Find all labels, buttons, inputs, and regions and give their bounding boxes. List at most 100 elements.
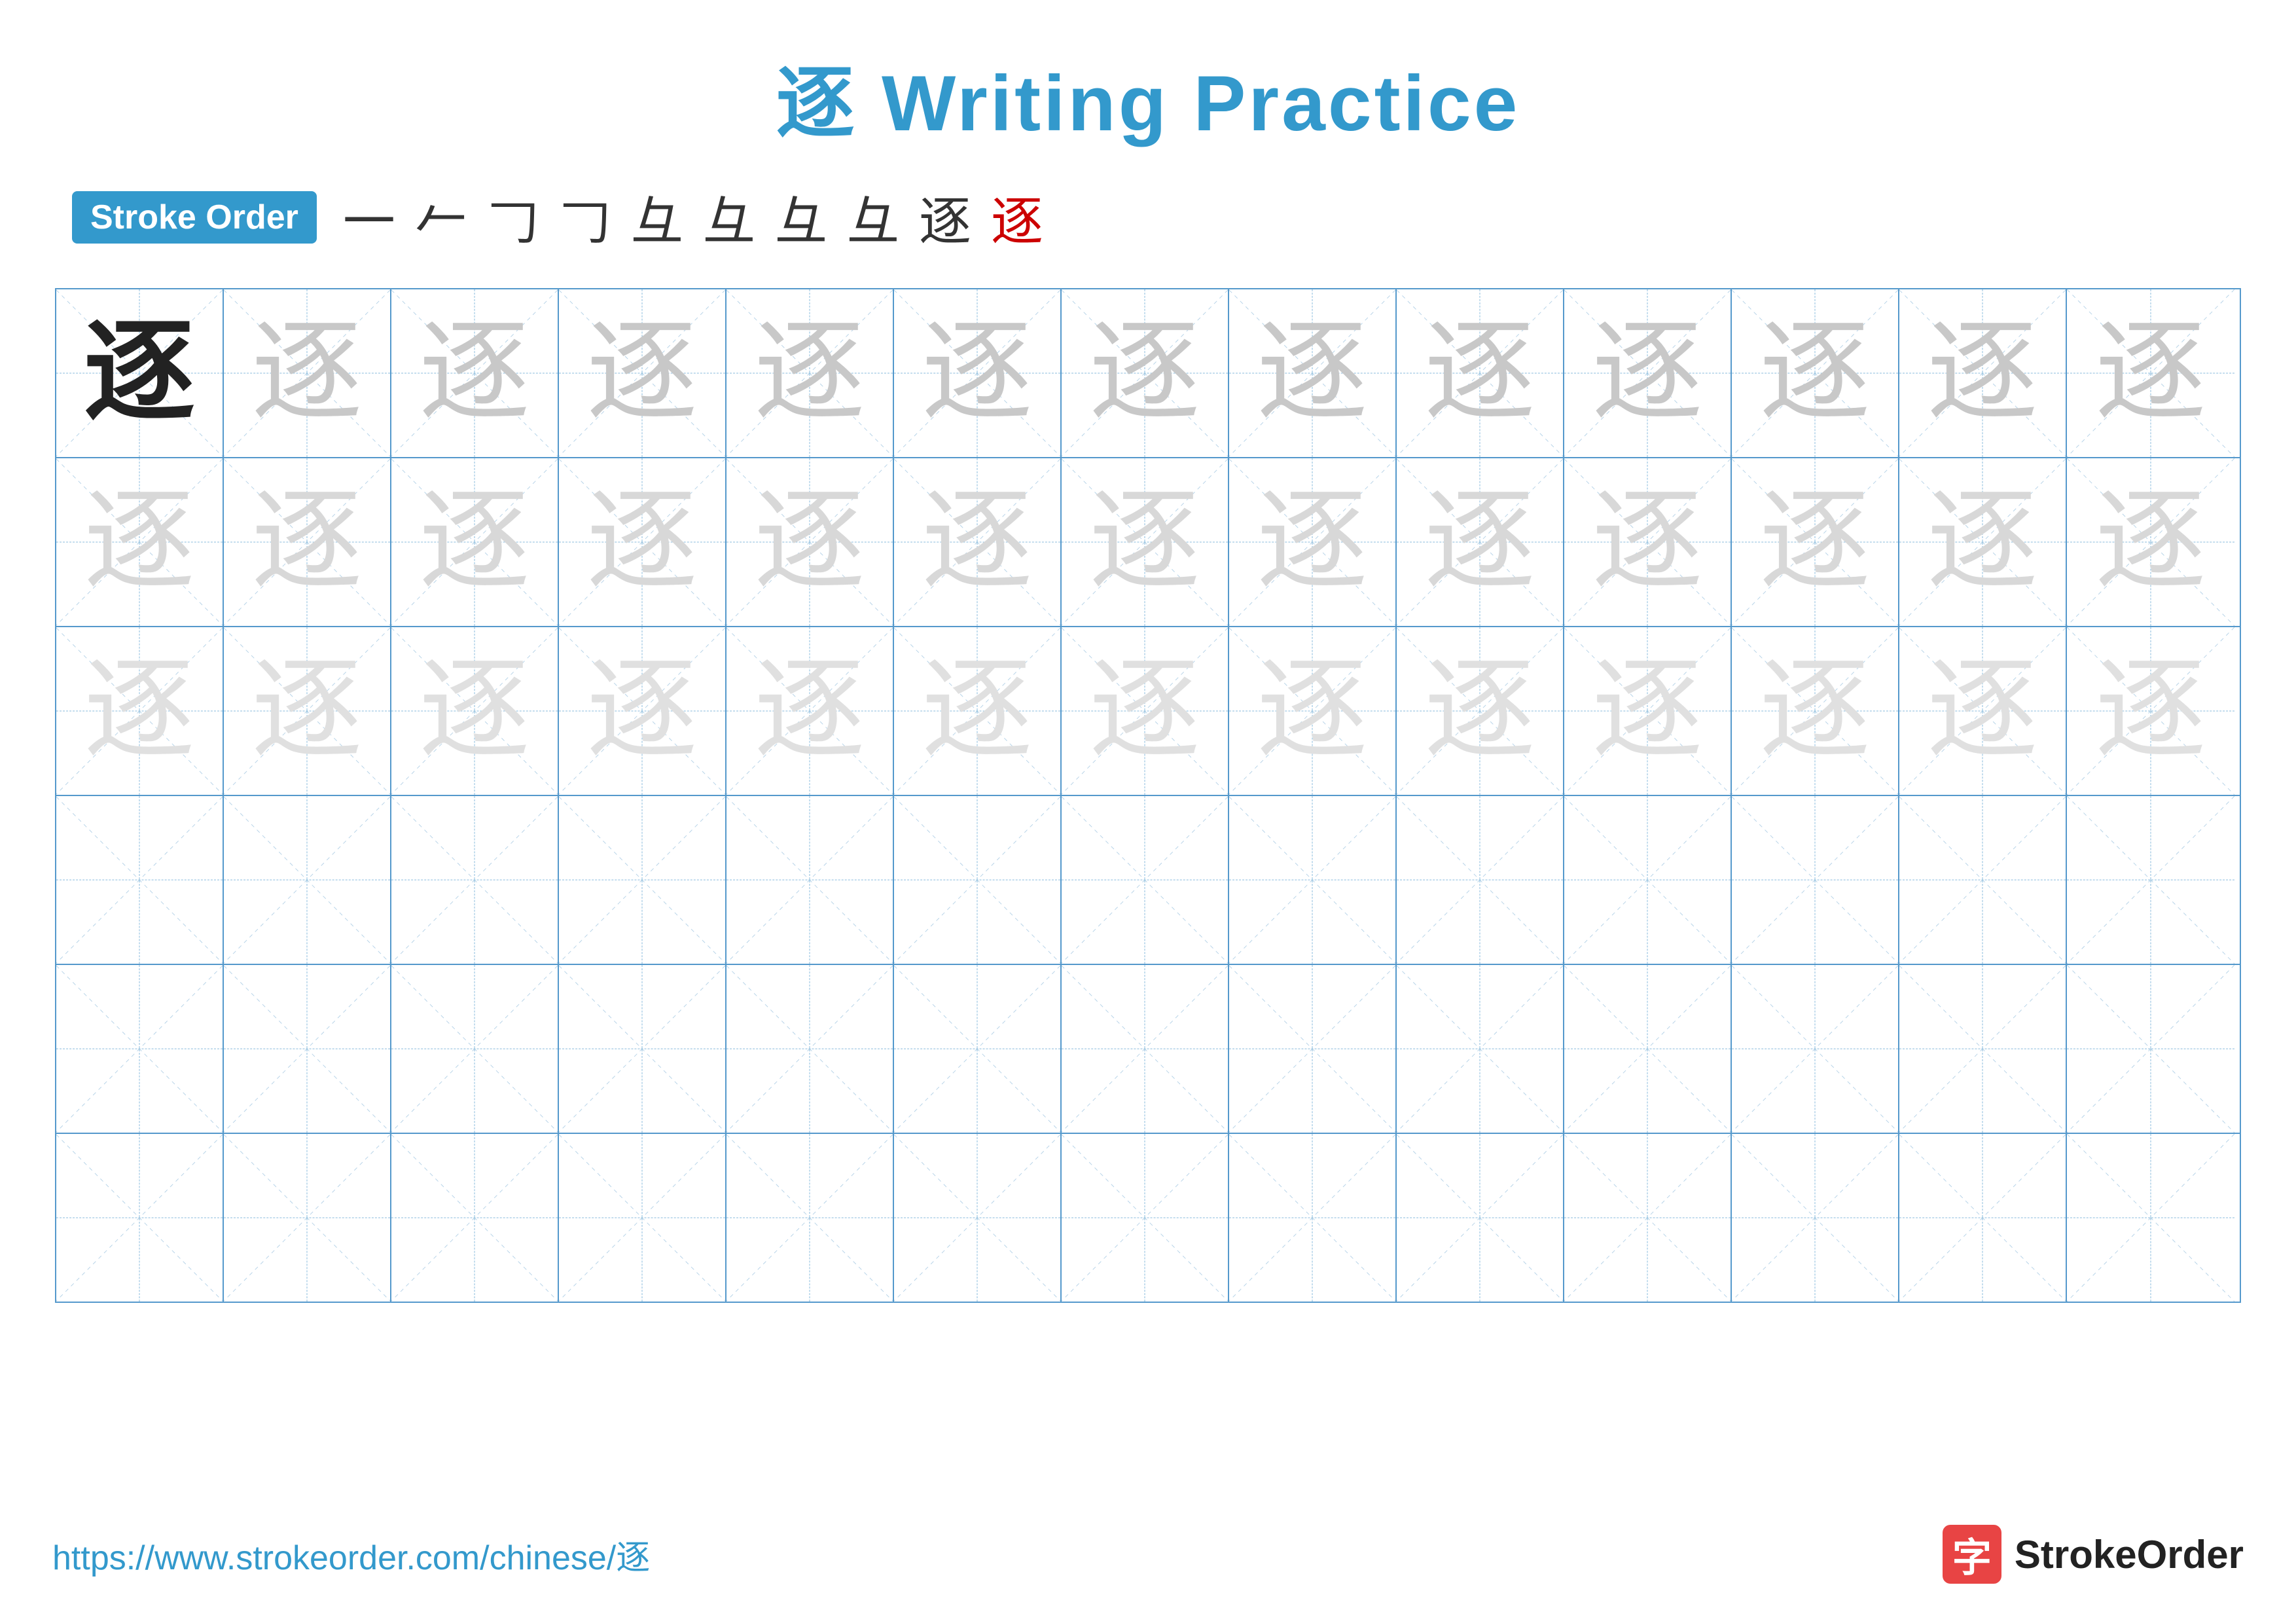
practice-char: 逐 (1089, 486, 1200, 598)
logo-icon: 字 (1943, 1525, 2001, 1584)
page-title: 逐 Writing Practice (776, 39, 1520, 153)
cell-3-10: 逐 (1564, 627, 1732, 795)
cell-5-3 (391, 965, 559, 1133)
cell-3-11: 逐 (1732, 627, 1899, 795)
grid-row-5 (56, 965, 2240, 1134)
stroke-7: 彑 (775, 179, 827, 255)
cell-4-12 (1899, 796, 2067, 964)
logo-text: StrokeOrder (2015, 1532, 2244, 1577)
cell-3-9: 逐 (1397, 627, 1564, 795)
cell-1-10: 逐 (1564, 289, 1732, 457)
practice-char: 逐 (1257, 655, 1368, 767)
practice-char: 逐 (1759, 655, 1871, 767)
cell-2-5: 逐 (726, 458, 894, 626)
stroke-3: 𠃌 (487, 179, 539, 255)
cell-3-13: 逐 (2067, 627, 2234, 795)
practice-char: 逐 (1927, 318, 2038, 429)
cell-2-1: 逐 (56, 458, 224, 626)
cell-5-4 (559, 965, 726, 1133)
practice-char: 逐 (419, 318, 530, 429)
stroke-5: 彑 (631, 179, 683, 255)
stroke-2: 𠂉 (415, 179, 467, 255)
practice-char: 逐 (1592, 655, 1703, 767)
cell-6-2 (224, 1134, 391, 1302)
cell-2-12: 逐 (1899, 458, 2067, 626)
cell-4-4 (559, 796, 726, 964)
practice-char: 逐 (84, 486, 195, 598)
grid-row-1: 逐 逐 逐 逐 逐 逐 逐 (56, 289, 2240, 458)
cell-2-9: 逐 (1397, 458, 1564, 626)
practice-char: 逐 (2095, 486, 2206, 598)
cell-4-1 (56, 796, 224, 964)
grid-row-6 (56, 1134, 2240, 1302)
stroke-order-row: Stroke Order 一 𠂉 𠃌 𠃌 彑 彑 彑 彑 逐 逐 (52, 179, 2244, 255)
cell-2-3: 逐 (391, 458, 559, 626)
practice-char: 逐 (1257, 318, 1368, 429)
stroke-9: 逐 (919, 179, 971, 255)
practice-char: 逐 (1424, 318, 1535, 429)
cell-2-7: 逐 (1062, 458, 1229, 626)
cell-6-12 (1899, 1134, 2067, 1302)
cell-3-3: 逐 (391, 627, 559, 795)
practice-char: 逐 (586, 318, 698, 429)
cell-4-10 (1564, 796, 1732, 964)
practice-char: 逐 (251, 486, 363, 598)
cell-1-8: 逐 (1229, 289, 1397, 457)
practice-grid: 逐 逐 逐 逐 逐 逐 逐 (55, 288, 2241, 1303)
cell-1-3: 逐 (391, 289, 559, 457)
cell-2-11: 逐 (1732, 458, 1899, 626)
practice-char: 逐 (922, 655, 1033, 767)
grid-row-2: 逐 逐 逐 逐 逐 逐 逐 (56, 458, 2240, 627)
practice-char: 逐 (1424, 655, 1535, 767)
practice-char: 逐 (754, 318, 865, 429)
cell-5-12 (1899, 965, 2067, 1133)
practice-char: 逐 (419, 655, 530, 767)
practice-char: 逐 (419, 486, 530, 598)
cell-6-1 (56, 1134, 224, 1302)
cell-4-8 (1229, 796, 1397, 964)
stroke-sequence: 一 𠂉 𠃌 𠃌 彑 彑 彑 彑 逐 逐 (343, 179, 1043, 255)
practice-char: 逐 (586, 486, 698, 598)
cell-3-8: 逐 (1229, 627, 1397, 795)
cell-6-9 (1397, 1134, 1564, 1302)
practice-char: 逐 (1592, 486, 1703, 598)
practice-char: 逐 (1257, 486, 1368, 598)
cell-1-6: 逐 (894, 289, 1062, 457)
cell-5-8 (1229, 965, 1397, 1133)
cell-2-10: 逐 (1564, 458, 1732, 626)
cell-3-2: 逐 (224, 627, 391, 795)
cell-6-5 (726, 1134, 894, 1302)
cell-5-5 (726, 965, 894, 1133)
stroke-order-badge: Stroke Order (72, 191, 317, 244)
cell-1-12: 逐 (1899, 289, 2067, 457)
cell-6-8 (1229, 1134, 1397, 1302)
practice-char: 逐 (922, 486, 1033, 598)
grid-row-4 (56, 796, 2240, 965)
cell-5-1 (56, 965, 224, 1133)
cell-2-13: 逐 (2067, 458, 2234, 626)
cell-1-13: 逐 (2067, 289, 2234, 457)
practice-char: 逐 (1927, 655, 2038, 767)
cell-1-4: 逐 (559, 289, 726, 457)
cell-6-6 (894, 1134, 1062, 1302)
cell-6-10 (1564, 1134, 1732, 1302)
practice-char: 逐 (2095, 655, 2206, 767)
practice-char: 逐 (754, 486, 865, 598)
practice-char: 逐 (586, 655, 698, 767)
cell-3-4: 逐 (559, 627, 726, 795)
footer-url: https://www.strokeorder.com/chinese/逐 (52, 1530, 650, 1579)
cell-3-1: 逐 (56, 627, 224, 795)
cell-3-6: 逐 (894, 627, 1062, 795)
practice-char: 逐 (1759, 318, 1871, 429)
practice-char: 逐 (1089, 318, 1200, 429)
cell-5-11 (1732, 965, 1899, 1133)
cell-6-4 (559, 1134, 726, 1302)
practice-char: 逐 (251, 318, 363, 429)
stroke-8: 彑 (847, 179, 899, 255)
cell-5-6 (894, 965, 1062, 1133)
cell-4-3 (391, 796, 559, 964)
cell-6-11 (1732, 1134, 1899, 1302)
practice-char: 逐 (1927, 486, 2038, 598)
practice-char: 逐 (84, 655, 195, 767)
cell-2-6: 逐 (894, 458, 1062, 626)
